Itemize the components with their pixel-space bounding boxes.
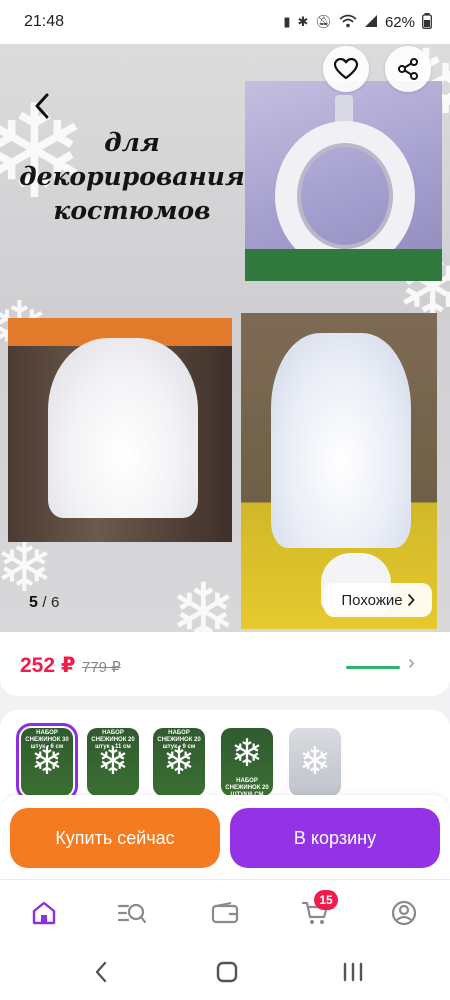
variant-thumb[interactable]: НАБОР СНЕЖИНОК 30 штук • 6 см ❄ bbox=[16, 723, 78, 801]
mute-icon: 🔕︎ bbox=[315, 14, 332, 29]
status-bar: 21:48 ▮ ✱ 🔕︎ 62% bbox=[0, 0, 450, 44]
snowflake-decoration: ❄ bbox=[170, 566, 238, 636]
snowflake-icon: ❄ bbox=[31, 741, 63, 783]
dress-photo-left bbox=[8, 318, 232, 542]
old-price: 779 ₽ bbox=[82, 659, 121, 676]
catalog-search-icon bbox=[117, 903, 147, 924]
heart-icon bbox=[334, 58, 358, 80]
price-indicator-line bbox=[346, 666, 400, 669]
add-to-cart-button[interactable]: В корзину bbox=[230, 808, 440, 868]
similar-label: Похожие bbox=[341, 591, 403, 609]
share-icon bbox=[398, 58, 418, 80]
crown-photo bbox=[245, 81, 442, 281]
image-counter: 5 / 6 bbox=[29, 594, 60, 611]
system-navigation-bar bbox=[0, 941, 450, 1000]
product-image-gallery[interactable]: ❄ ❄ ❄ ❄ ❄ ❄ для декорирования костюмов 5… bbox=[0, 36, 450, 636]
signal-icon bbox=[364, 14, 378, 31]
buy-now-button[interactable]: Купить сейчас bbox=[10, 808, 220, 868]
nav-catalog[interactable] bbox=[117, 898, 147, 928]
variant-thumb[interactable]: НАБОР СНЕЖИНОК 20 штук • 11 см ❄ bbox=[87, 728, 139, 796]
purchase-bar: Купить сейчас В корзину bbox=[0, 795, 450, 879]
system-home-button[interactable] bbox=[212, 959, 242, 985]
nav-profile[interactable] bbox=[389, 898, 419, 928]
home-square-icon bbox=[216, 961, 238, 983]
snowflake-icon: ❄ bbox=[299, 741, 331, 783]
nav-home[interactable] bbox=[29, 898, 59, 928]
share-button[interactable] bbox=[385, 46, 431, 92]
nav-cart[interactable]: 15 bbox=[300, 890, 338, 928]
wallet-icon bbox=[211, 902, 239, 924]
variant-thumb[interactable]: НАБОР СНЕЖИНОК 20 ШТУК/6 СМ ❄ bbox=[221, 728, 273, 796]
current-price: 252 ₽ bbox=[20, 654, 76, 677]
chevron-left-icon bbox=[95, 961, 107, 983]
chevron-right-icon bbox=[407, 594, 415, 606]
nav-wallet[interactable] bbox=[210, 898, 240, 928]
battery-percent: 62% bbox=[384, 13, 415, 31]
snowflake-icon: ❄ bbox=[231, 733, 263, 775]
status-icons: ▮ ✱ 🔕︎ 62% bbox=[283, 12, 432, 32]
chevron-right-icon: › bbox=[408, 652, 415, 674]
dress-photo-right bbox=[241, 313, 437, 629]
system-back-button[interactable] bbox=[86, 959, 116, 985]
battery-saver-icon: ▮ bbox=[283, 14, 291, 29]
back-button[interactable] bbox=[22, 88, 62, 124]
gallery-caption: для декорирования костюмов bbox=[19, 128, 245, 225]
chevron-left-icon bbox=[35, 93, 49, 119]
snowflake-icon: ❄ bbox=[97, 741, 129, 783]
bluetooth-icon: ✱ bbox=[297, 14, 309, 29]
similar-button[interactable]: Похожие bbox=[324, 583, 432, 617]
status-time: 21:48 bbox=[24, 13, 65, 30]
system-recents-button[interactable] bbox=[338, 959, 368, 985]
profile-icon bbox=[391, 900, 417, 926]
snowflake-icon: ❄ bbox=[163, 741, 195, 783]
home-icon bbox=[32, 901, 56, 925]
recents-icon bbox=[343, 962, 363, 982]
price-card[interactable]: 252 ₽ 779 ₽ › bbox=[0, 632, 450, 696]
favorite-button[interactable] bbox=[323, 46, 369, 92]
battery-icon bbox=[422, 12, 432, 32]
wifi-icon bbox=[339, 14, 357, 31]
variant-thumb[interactable]: НАБОР СНЕЖИНОК 20 штук • 9 см ❄ bbox=[153, 728, 205, 796]
cart-badge: 15 bbox=[314, 890, 338, 910]
variant-thumb[interactable]: ❄ bbox=[289, 728, 341, 796]
bottom-navigation: 15 bbox=[0, 879, 450, 941]
